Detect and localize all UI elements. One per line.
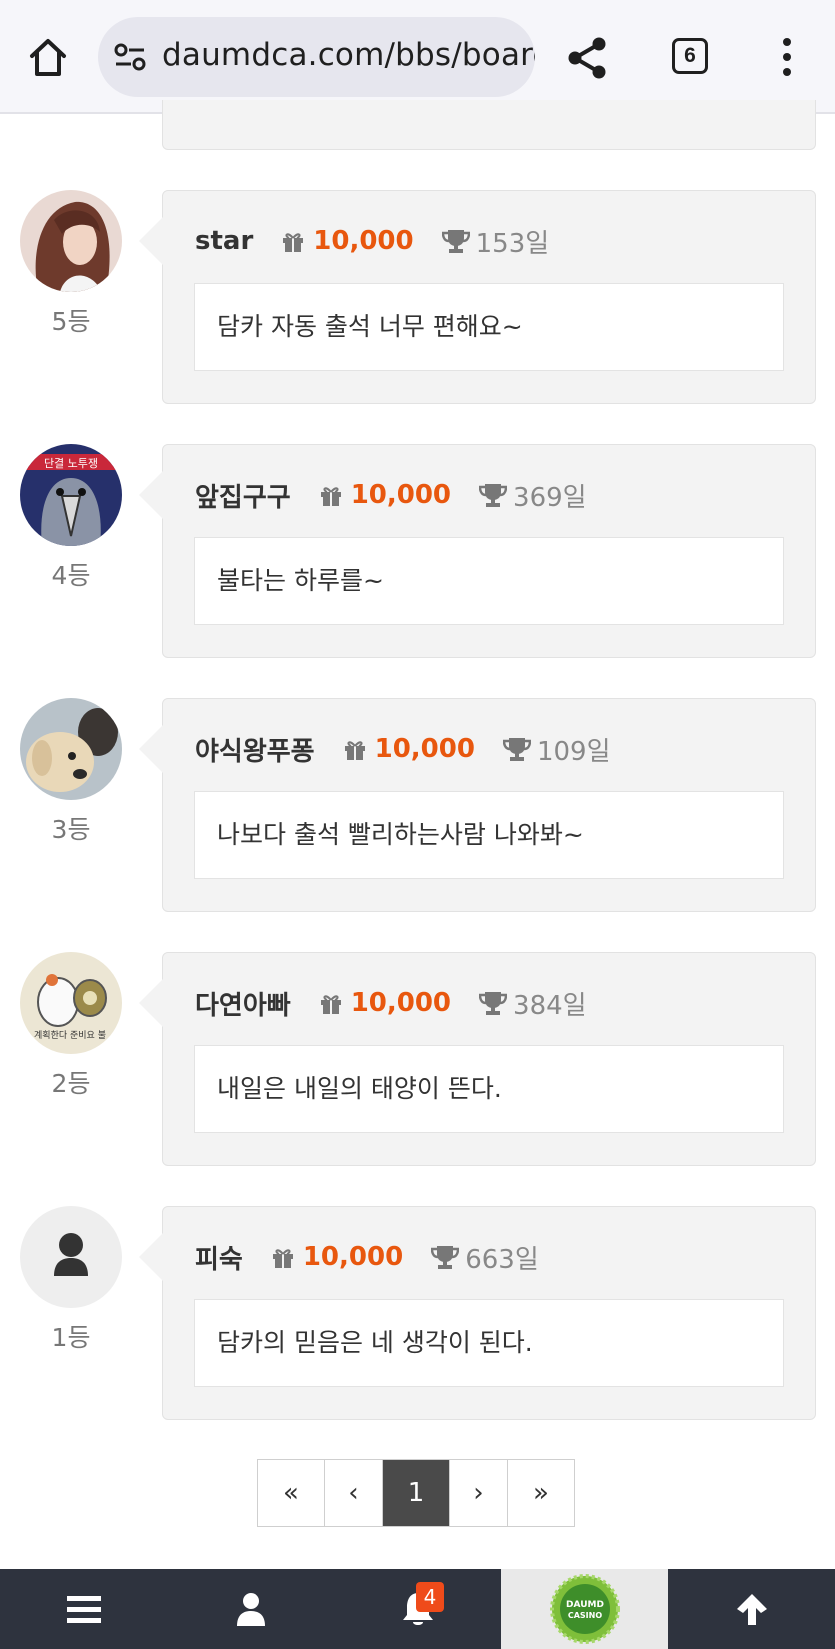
more-menu-icon[interactable] — [777, 38, 797, 78]
address-bar[interactable]: daumdca.com/bbs/board — [98, 17, 535, 97]
entry-meta: 피숙 10,000 663일 — [195, 1239, 539, 1275]
trophy-icon — [431, 1246, 460, 1269]
attendance-days: 109일 — [536, 736, 611, 767]
attendance-days: 153일 — [475, 228, 550, 259]
first-page-button[interactable]: « — [258, 1460, 325, 1526]
attendance-entry: 단결 노투쟁 4등 앞집구구 10,000 369일 불타는 하루를~ — [0, 444, 835, 658]
prev-page-button[interactable]: ‹ — [325, 1460, 383, 1526]
next-page-button[interactable]: › — [450, 1460, 508, 1526]
current-page[interactable]: 1 — [383, 1460, 450, 1526]
comment-card: 피숙 10,000 663일 담카의 믿음은 네 생각이 된다. — [139, 1206, 816, 1420]
gift-icon — [344, 741, 365, 760]
username[interactable]: 피숙 — [195, 1239, 243, 1276]
profile-button[interactable] — [167, 1569, 334, 1649]
points-value: 10,000 — [313, 226, 414, 256]
rank-label: 5등 — [51, 307, 91, 336]
trophy-icon — [479, 992, 508, 1015]
daumd-casino-logo: DAUMD CASINO — [549, 1574, 620, 1644]
avatar[interactable]: 단결 노투쟁 — [20, 444, 122, 546]
svg-text:DAUMD: DAUMD — [566, 1600, 604, 1610]
attendance-days: 384일 — [513, 990, 587, 1021]
site-settings-icon[interactable] — [114, 43, 146, 71]
rank-label: 2등 — [51, 1069, 91, 1098]
avatar[interactable]: 계획한다 준비요 불 — [20, 952, 122, 1054]
points-value: 10,000 — [350, 480, 452, 510]
last-page-button[interactable]: » — [508, 1460, 574, 1526]
arrow-up-icon — [736, 1594, 767, 1625]
svg-text:CASINO: CASINO — [567, 1611, 601, 1620]
menu-button[interactable] — [0, 1569, 167, 1649]
bottom-nav: 4 DAUMD CASINO — [0, 1569, 835, 1649]
comment-text: 불타는 하루를~ — [194, 537, 784, 625]
rank-label: 4등 — [51, 561, 91, 590]
url-text: daumdca.com/bbs/board — [162, 37, 535, 73]
rank-label: 1등 — [51, 1323, 91, 1352]
entry-meta: 앞집구구 10,000 369일 — [195, 477, 587, 513]
previous-entry-card — [162, 100, 816, 150]
rank-label: 3등 — [51, 815, 91, 844]
comment-text: 담카의 믿음은 네 생각이 된다. — [194, 1299, 784, 1387]
entry-meta: 다연아빠 10,000 384일 — [195, 985, 587, 1021]
avatar[interactable] — [20, 1206, 122, 1308]
gift-icon — [320, 487, 341, 506]
comment-text: 나보다 출석 빨리하는사람 나와봐~ — [194, 791, 784, 879]
user-icon — [236, 1593, 265, 1626]
points-value: 10,000 — [302, 1242, 404, 1272]
comment-card: 야식왕푸퐁 10,000 109일 나보다 출석 빨리하는사람 나와봐~ — [139, 698, 816, 912]
comment-text: 내일은 내일의 태양이 뜬다. — [194, 1045, 784, 1133]
home-logo-button[interactable]: DAUMD CASINO — [501, 1569, 668, 1649]
attendance-entry: 5등 star 10,000 153일 담카 자동 출석 너무 편해요~ — [0, 190, 835, 404]
trophy-icon — [502, 738, 531, 761]
username[interactable]: 앞집구구 — [195, 477, 291, 514]
comment-text: 담카 자동 출석 너무 편해요~ — [194, 283, 784, 371]
gift-icon — [272, 1249, 293, 1268]
comment-card: 앞집구구 10,000 369일 불타는 하루를~ — [139, 444, 816, 658]
hamburger-icon — [66, 1596, 101, 1623]
browser-toolbar: daumdca.com/bbs/board 6 — [0, 0, 835, 114]
comment-card: 다연아빠 10,000 384일 내일은 내일의 태양이 뜬다. — [139, 952, 816, 1166]
gift-icon — [283, 233, 304, 252]
home-icon[interactable] — [28, 36, 68, 78]
avatar[interactable] — [20, 190, 122, 292]
avatar[interactable] — [20, 698, 122, 800]
attendance-days: 369일 — [513, 482, 587, 513]
username[interactable]: 다연아빠 — [195, 985, 291, 1022]
points-value: 10,000 — [350, 988, 452, 1018]
svg-text:계획한다 준비요 불: 계획한다 준비요 불 — [34, 1029, 106, 1041]
attendance-entry: 3등 야식왕푸퐁 10,000 109일 나보다 출석 빨리하는사람 나와봐~ — [0, 698, 835, 912]
scroll-top-button[interactable] — [668, 1569, 835, 1649]
svg-text:단결 노투쟁: 단결 노투쟁 — [44, 457, 98, 470]
pagination: « ‹ 1 › » — [257, 1459, 575, 1527]
entry-meta: star 10,000 153일 — [195, 223, 549, 259]
attendance-entry: 계획한다 준비요 불 2등 다연아빠 10,000 384일 내일은 내일의 태… — [0, 952, 835, 1166]
username[interactable]: star — [195, 226, 253, 256]
attendance-entry: 1등 피숙 10,000 663일 담카의 믿음은 네 생각이 된다. — [0, 1206, 835, 1420]
tab-switcher-button[interactable]: 6 — [672, 38, 708, 74]
gift-icon — [320, 995, 341, 1014]
share-icon[interactable] — [566, 36, 608, 80]
entry-meta: 야식왕푸퐁 10,000 109일 — [195, 731, 611, 767]
points-value: 10,000 — [374, 734, 475, 764]
comment-card: star 10,000 153일 담카 자동 출석 너무 편해요~ — [139, 190, 816, 404]
notification-badge: 4 — [416, 1582, 444, 1612]
attendance-days: 663일 — [465, 1244, 539, 1275]
username[interactable]: 야식왕푸퐁 — [195, 731, 315, 768]
trophy-icon — [441, 230, 470, 253]
trophy-icon — [479, 484, 508, 507]
